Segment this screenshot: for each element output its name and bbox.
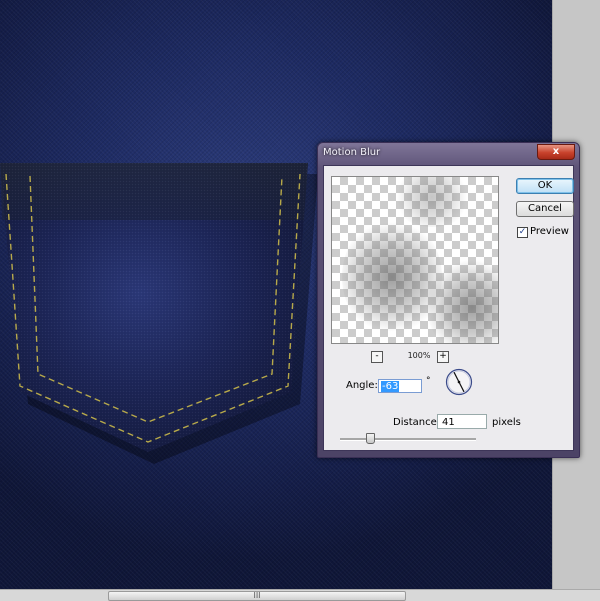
dialog-title: Motion Blur: [323, 147, 381, 158]
motion-blur-dialog: Motion Blur x - 100% + OK Cancel ✓ Previ…: [317, 142, 580, 458]
ok-button[interactable]: OK: [516, 178, 574, 194]
distance-input[interactable]: 41: [437, 414, 487, 429]
angle-dial-icon[interactable]: [445, 368, 473, 396]
denim-pocket-graphic: [0, 163, 318, 464]
distance-label: Distance:: [393, 417, 441, 428]
horizontal-scrollbar[interactable]: III: [0, 589, 600, 601]
degree-symbol: °: [426, 376, 431, 386]
preview-blur-blob: [342, 217, 442, 337]
cancel-button[interactable]: Cancel: [516, 201, 574, 217]
checkmark-icon: ✓: [518, 227, 527, 237]
zoom-in-button[interactable]: +: [437, 351, 449, 363]
dialog-body: - 100% + OK Cancel ✓ Preview Angle: -63 …: [323, 165, 574, 451]
distance-slider-track[interactable]: [340, 438, 476, 441]
close-icon: x: [552, 146, 560, 157]
angle-label: Angle:: [346, 380, 378, 391]
angle-value: -63: [381, 381, 400, 392]
preview-label: Preview: [530, 226, 569, 237]
distance-unit: pixels: [492, 417, 521, 428]
zoom-out-button[interactable]: -: [371, 351, 383, 363]
distance-slider-thumb[interactable]: [365, 433, 375, 444]
dialog-titlebar[interactable]: Motion Blur x: [318, 143, 579, 163]
angle-input[interactable]: -63: [378, 379, 422, 393]
zoom-level: 100%: [407, 351, 431, 360]
filter-preview[interactable]: [331, 176, 499, 344]
scroll-grip-icon: III: [253, 591, 261, 600]
preview-checkbox[interactable]: ✓: [517, 227, 528, 238]
close-button[interactable]: x: [537, 144, 575, 160]
